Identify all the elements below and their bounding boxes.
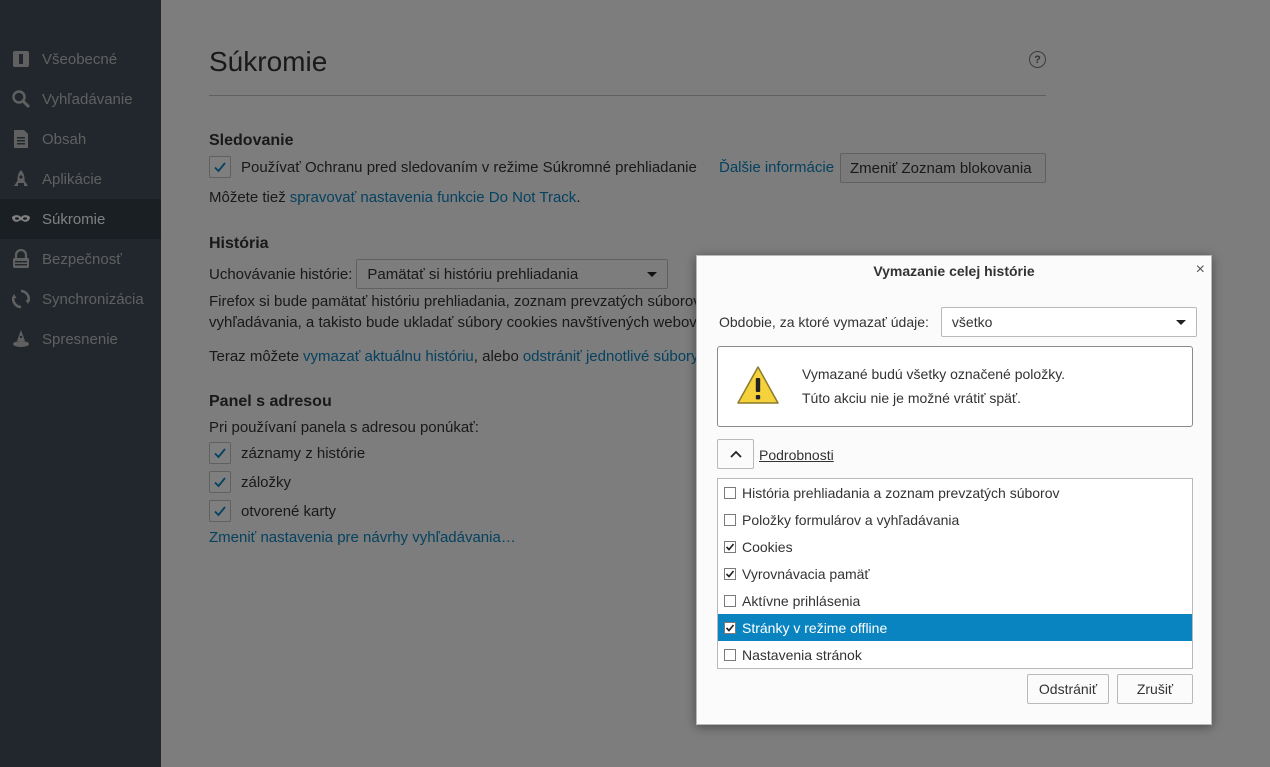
item-label: Vyrovnávacia pamäť bbox=[742, 565, 870, 582]
list-item[interactable]: Nastavenia stránok bbox=[718, 641, 1192, 668]
close-icon[interactable]: × bbox=[1196, 261, 1205, 279]
time-range-value: všetko bbox=[951, 314, 993, 330]
item-checkbox[interactable] bbox=[724, 486, 736, 499]
details-toggle-button[interactable] bbox=[717, 439, 754, 469]
item-checkbox[interactable] bbox=[724, 513, 736, 526]
item-label: Položky formulárov a vyhľadávania bbox=[742, 511, 960, 528]
remove-button[interactable]: Odstrániť bbox=[1027, 674, 1109, 704]
item-label: Aktívne prihlásenia bbox=[742, 592, 861, 609]
item-checkbox[interactable] bbox=[724, 540, 736, 553]
clear-items-list: História prehliadania a zoznam prevzatýc… bbox=[717, 478, 1193, 669]
warning-text-line1: Vymazané budú všetky označené položky. bbox=[802, 366, 1066, 382]
item-checkbox[interactable] bbox=[724, 567, 736, 580]
clear-history-dialog: Vymazanie celej histórie × Obdobie, za k… bbox=[696, 255, 1212, 725]
time-range-row: Obdobie, za ktoré vymazať údaje: všetko bbox=[719, 307, 1197, 337]
time-range-select[interactable]: všetko bbox=[940, 307, 1197, 337]
list-item[interactable]: História prehliadania a zoznam prevzatýc… bbox=[718, 479, 1192, 506]
list-item-selected[interactable]: Stránky v režime offline bbox=[718, 614, 1192, 641]
cancel-button[interactable]: Zrušiť bbox=[1117, 674, 1193, 704]
list-item[interactable]: Cookies bbox=[718, 533, 1192, 560]
item-checkbox[interactable] bbox=[724, 621, 736, 634]
warning-text-line2: Túto akciu nie je možné vrátiť späť. bbox=[802, 390, 1022, 406]
item-label: Cookies bbox=[742, 538, 793, 555]
dialog-title: Vymazanie celej histórie bbox=[873, 263, 1035, 279]
list-item[interactable]: Aktívne prihlásenia bbox=[718, 587, 1192, 614]
item-label: Stránky v režime offline bbox=[742, 619, 888, 636]
item-checkbox[interactable] bbox=[724, 648, 736, 661]
details-label[interactable]: Podrobnosti bbox=[759, 447, 834, 463]
item-label: História prehliadania a zoznam prevzatýc… bbox=[742, 484, 1060, 501]
warning-icon bbox=[737, 366, 779, 404]
warning-box: Vymazané budú všetky označené položky. T… bbox=[717, 346, 1193, 427]
list-item[interactable]: Vyrovnávacia pamäť bbox=[718, 560, 1192, 587]
item-checkbox[interactable] bbox=[724, 594, 736, 607]
chevron-down-icon bbox=[1175, 319, 1186, 325]
chevron-up-icon bbox=[729, 450, 742, 458]
list-item[interactable]: Položky formulárov a vyhľadávania bbox=[718, 506, 1192, 533]
time-range-label: Obdobie, za ktoré vymazať údaje: bbox=[719, 314, 929, 330]
item-label: Nastavenia stránok bbox=[742, 646, 862, 663]
